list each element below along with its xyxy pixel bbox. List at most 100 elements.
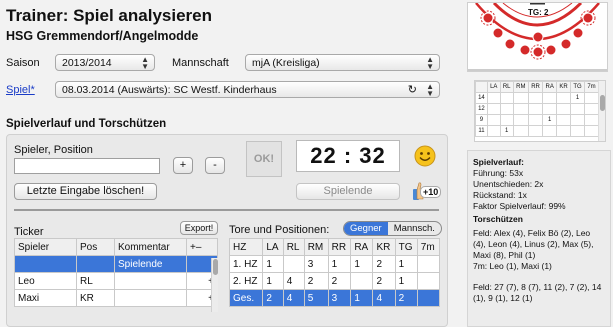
toggle-team[interactable]: Mannsch. bbox=[388, 222, 441, 235]
ok-button[interactable]: OK! bbox=[246, 141, 282, 177]
mini-cell: 11 bbox=[475, 125, 488, 137]
goals-cell: 1 bbox=[394, 272, 418, 290]
goals-cell: 4 bbox=[282, 272, 305, 290]
goals-cell bbox=[416, 272, 441, 290]
ticker-cell-pos bbox=[76, 255, 115, 273]
mini-col bbox=[475, 81, 488, 93]
goals-col: RA bbox=[350, 238, 374, 256]
mini-cell: 1 bbox=[570, 92, 585, 104]
scrollbar-thumb[interactable] bbox=[600, 95, 605, 111]
goals-col: HZ bbox=[228, 238, 264, 256]
table-row[interactable]: Maxi KR + bbox=[14, 289, 218, 307]
mini-cell bbox=[570, 114, 585, 126]
goals-cell: 1 bbox=[262, 272, 284, 290]
goals-cell: 2 bbox=[372, 272, 396, 290]
team-select[interactable]: mjA (Kreisliga) ▲ ▼ bbox=[245, 54, 440, 71]
team-toggle[interactable]: Gegner Mannsch. bbox=[343, 221, 442, 236]
mini-cell bbox=[570, 103, 585, 115]
ticker-col-player[interactable]: Spieler bbox=[14, 238, 77, 256]
goals-col: RR bbox=[327, 238, 352, 256]
table-row[interactable]: 14 1 bbox=[475, 92, 599, 104]
handball-field[interactable]: TG: 2 bbox=[467, 1, 608, 72]
team-name: HSG Gremmendorf/Angelmodde bbox=[6, 29, 199, 43]
table-row[interactable]: Leo RL + bbox=[14, 272, 218, 290]
ticker-cell-player: Maxi bbox=[14, 289, 77, 307]
game-select-value: 08.03.2014 (Auswärts): SC Westf. Kinderh… bbox=[62, 84, 277, 96]
goals-cell: 2 bbox=[394, 289, 418, 307]
player-input[interactable] bbox=[14, 158, 160, 174]
mini-col: TG bbox=[570, 81, 585, 93]
goals-col: 7m bbox=[416, 238, 441, 256]
page-title: Trainer: Spiel analysieren bbox=[6, 6, 212, 25]
summary-line: Rückstand: 1x bbox=[473, 190, 527, 200]
ticker-scrollbar[interactable] bbox=[211, 258, 218, 312]
scorers-7m: 7m: Leo (1), Maxi (1) bbox=[473, 261, 552, 271]
mini-cell bbox=[527, 92, 544, 104]
goals-cell: 5 bbox=[303, 289, 329, 307]
ticker-cell-player bbox=[14, 255, 77, 273]
mini-cell bbox=[584, 125, 599, 137]
mini-col: KR bbox=[556, 81, 572, 93]
table-row[interactable]: Spielende bbox=[14, 255, 218, 273]
mini-col: RL bbox=[499, 81, 514, 93]
table-row[interactable]: 1. HZ 1 3 1 1 2 1 bbox=[228, 255, 441, 273]
end-game-button[interactable]: Spielende bbox=[296, 183, 400, 200]
scrollbar-thumb[interactable] bbox=[213, 259, 218, 275]
goals-cell bbox=[416, 255, 441, 273]
game-link[interactable]: Spiel* bbox=[6, 84, 35, 96]
mini-cell bbox=[556, 103, 572, 115]
mini-cell: 9 bbox=[475, 114, 488, 126]
export-button[interactable]: Export! bbox=[180, 221, 218, 235]
reload-icon[interactable]: ↻ bbox=[408, 83, 417, 96]
mini-cell bbox=[512, 125, 529, 137]
table-row[interactable]: 9 1 bbox=[475, 114, 599, 126]
divider bbox=[14, 209, 439, 211]
mini-cell: 14 bbox=[475, 92, 488, 104]
clear-last-entry-button[interactable]: Letzte Eingabe löschen! bbox=[14, 183, 157, 200]
mini-col: 7m bbox=[584, 81, 599, 93]
goals-cell: 2 bbox=[327, 272, 352, 290]
plus-button[interactable]: + bbox=[173, 157, 193, 174]
table-row[interactable]: 11 1 bbox=[475, 125, 599, 137]
mini-cell bbox=[542, 125, 558, 137]
ticker-col-plusminus[interactable]: +– bbox=[186, 238, 218, 256]
mini-cell: 1 bbox=[499, 125, 514, 137]
season-label: Saison bbox=[6, 57, 40, 69]
ticker-title: Ticker bbox=[14, 226, 44, 238]
ticker-cell-comment bbox=[114, 289, 187, 307]
goals-cell: 3 bbox=[303, 255, 329, 273]
goals-col: RL bbox=[282, 238, 305, 256]
mini-col: LA bbox=[486, 81, 501, 93]
mini-cell bbox=[527, 114, 544, 126]
ticker-col-comment[interactable]: Kommentar bbox=[114, 238, 187, 256]
mini-cell bbox=[527, 125, 544, 137]
smiley-icon[interactable] bbox=[414, 145, 436, 167]
mini-table-scrollbar[interactable] bbox=[598, 81, 605, 141]
season-select-value: 2013/2014 bbox=[62, 57, 112, 69]
ticker-cell-pos: RL bbox=[76, 272, 115, 290]
goals-title: Tore und Positionen: bbox=[229, 224, 330, 236]
mini-col: RA bbox=[542, 81, 558, 93]
table-row[interactable]: 12 bbox=[475, 103, 599, 115]
updown-arrows-icon: ▲ ▼ bbox=[141, 55, 149, 71]
table-row[interactable]: Ges. 2 4 5 3 1 4 2 bbox=[228, 289, 441, 307]
season-select[interactable]: 2013/2014 ▲ ▼ bbox=[55, 54, 155, 71]
goals-cell: 4 bbox=[282, 289, 305, 307]
game-select[interactable]: 08.03.2014 (Auswärts): SC Westf. Kinderh… bbox=[55, 81, 440, 98]
goals-cell: 1. HZ bbox=[228, 255, 264, 273]
table-row[interactable]: 2. HZ 1 4 2 2 2 1 bbox=[228, 272, 441, 290]
minus-button[interactable]: - bbox=[205, 157, 225, 174]
goals-cell: 2 bbox=[303, 272, 329, 290]
toggle-opponent[interactable]: Gegner bbox=[344, 222, 388, 235]
summary-panel: Spielverlauf: Führung: 53x Unentschieden… bbox=[467, 150, 611, 327]
goals-cell: 1 bbox=[350, 255, 374, 273]
ticker-col-pos[interactable]: Pos bbox=[76, 238, 115, 256]
scorers-heading: Torschützen bbox=[473, 214, 523, 224]
team-select-value: mjA (Kreisliga) bbox=[252, 57, 320, 69]
goals-cell: 2 bbox=[372, 255, 396, 273]
mini-cell bbox=[486, 125, 501, 137]
thumbs-up-icon[interactable]: +10 bbox=[412, 180, 442, 202]
goals-col: RM bbox=[303, 238, 329, 256]
goals-cell: 1 bbox=[350, 289, 374, 307]
summary-line: Führung: 53x bbox=[473, 168, 524, 178]
